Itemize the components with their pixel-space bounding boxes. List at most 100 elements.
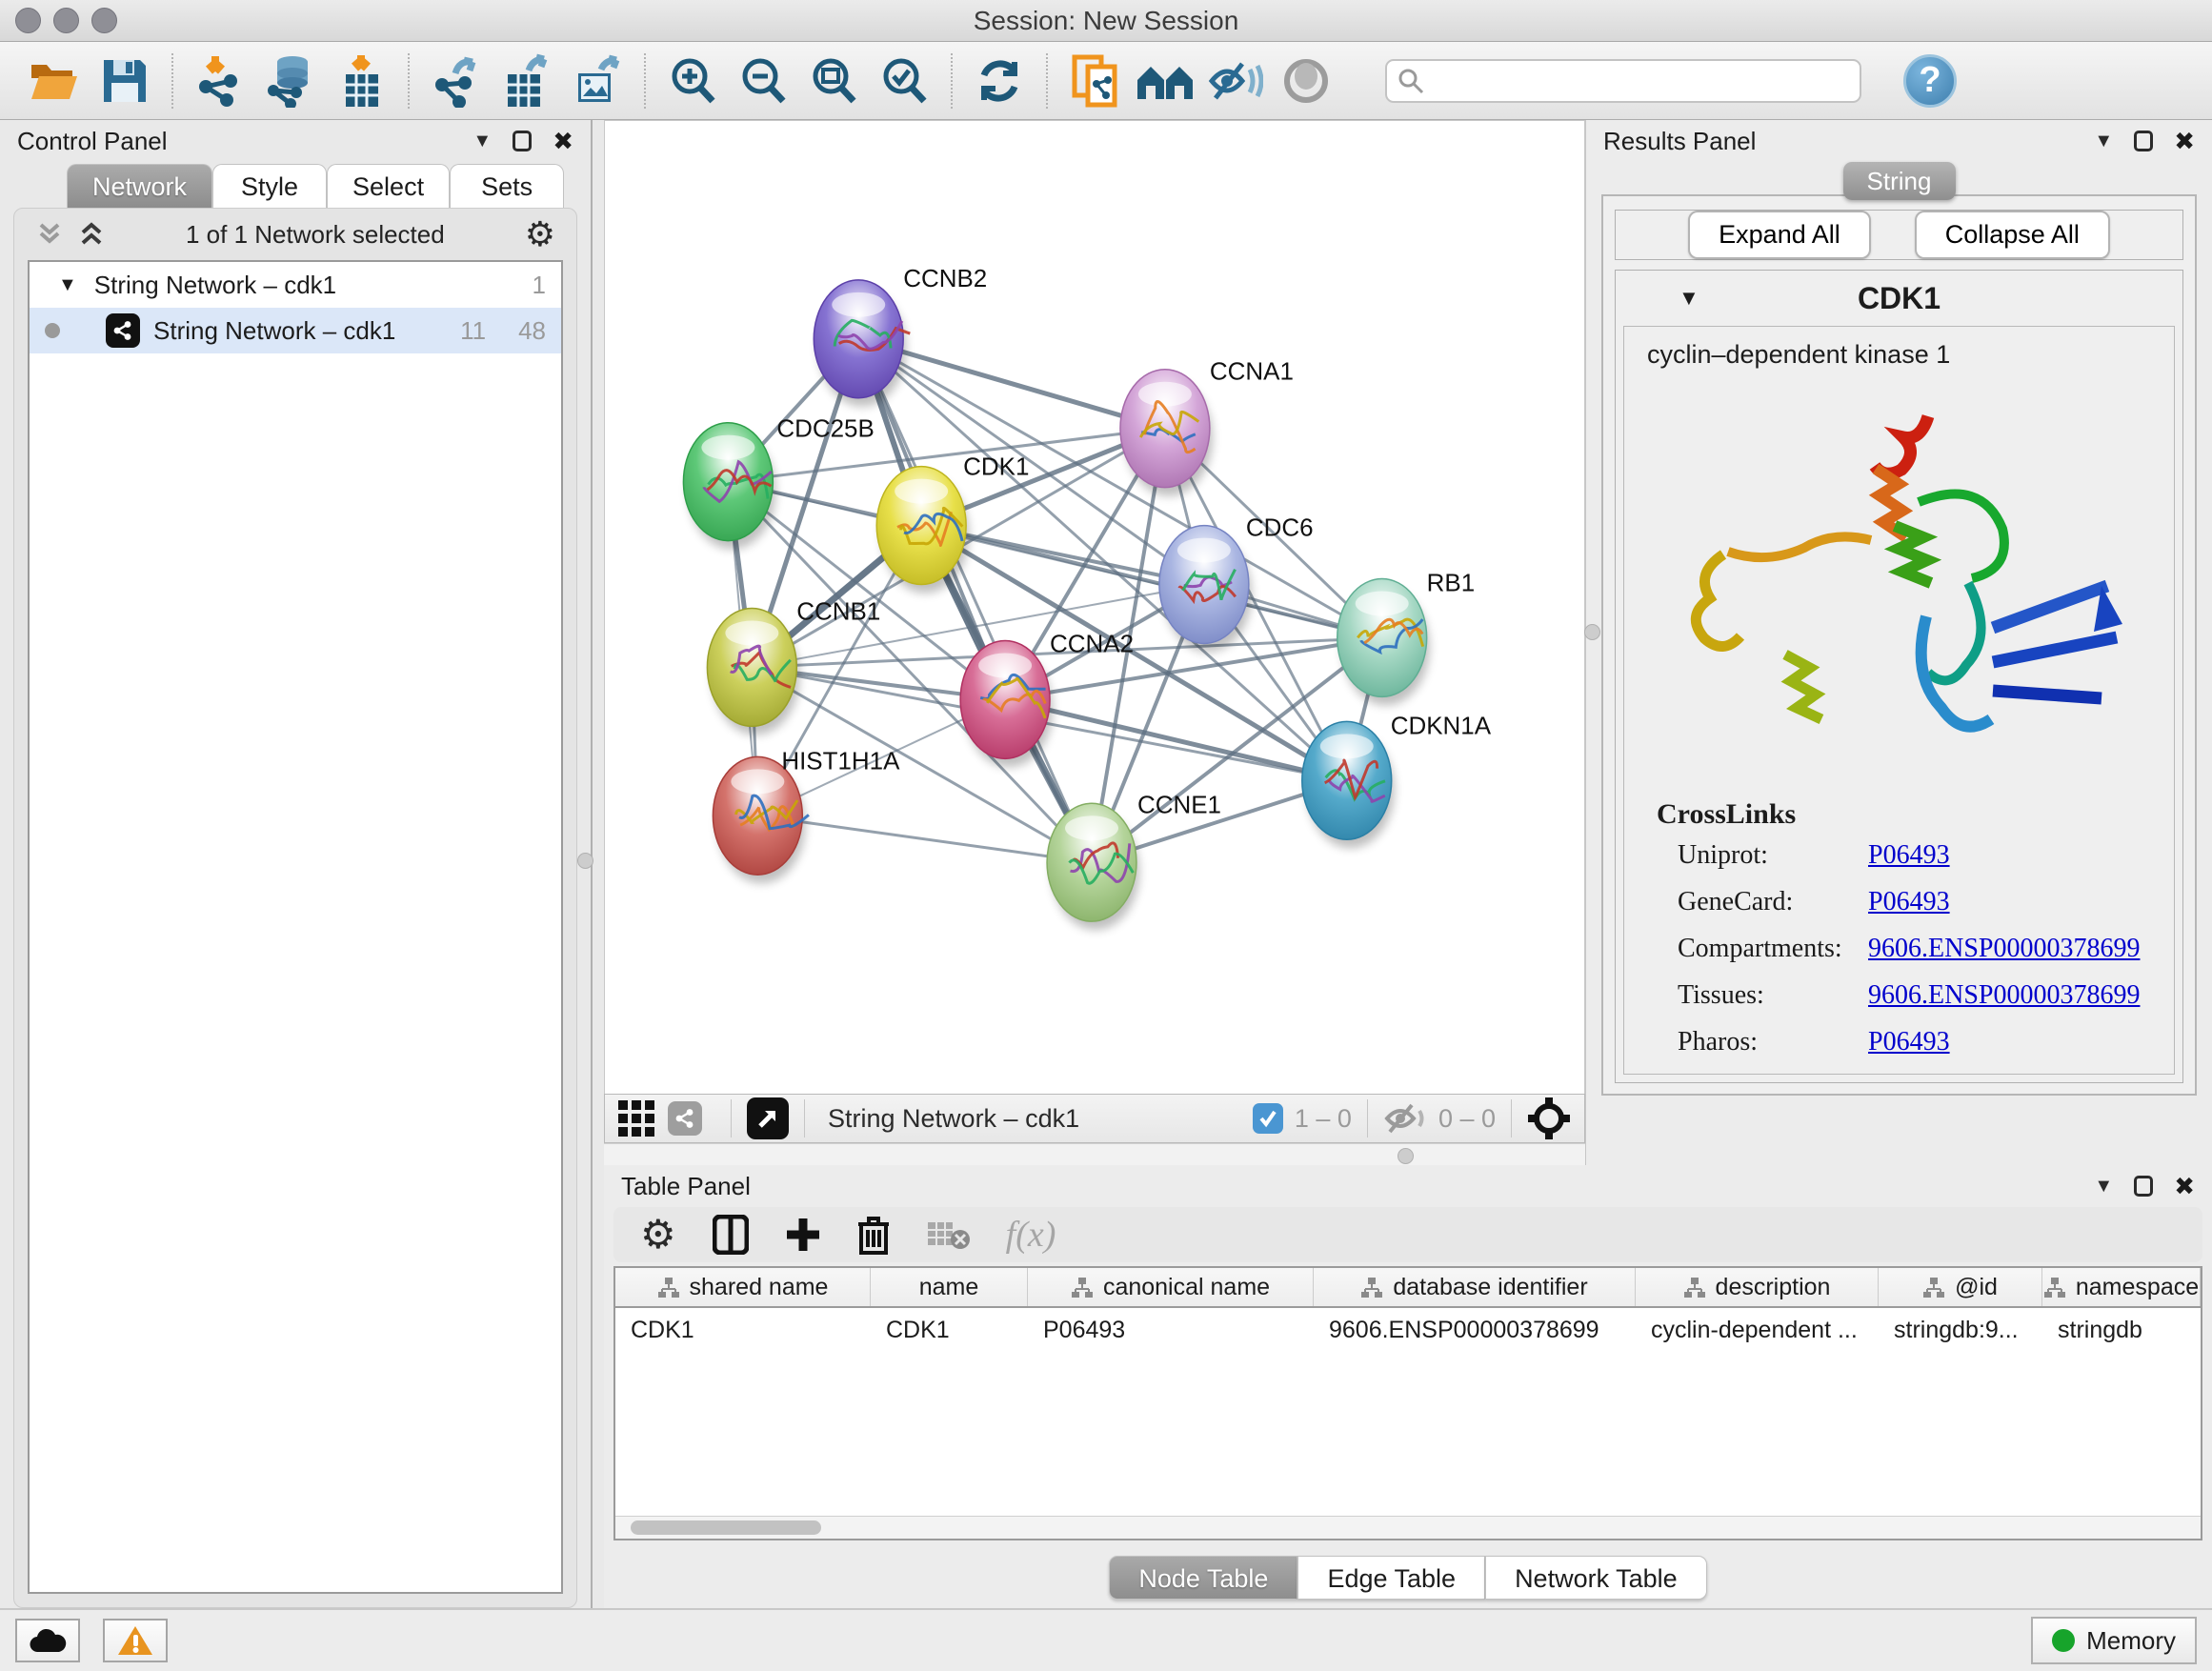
- scrollbar-thumb[interactable]: [631, 1520, 821, 1535]
- crosslink-row: GeneCard: P06493: [1657, 887, 2174, 917]
- open-session-button[interactable]: [25, 51, 84, 111]
- tab-node-table[interactable]: Node Table: [1109, 1556, 1297, 1600]
- compartments-link[interactable]: 9606.ENSP00000378699: [1868, 934, 2140, 964]
- import-network-icon: [194, 54, 246, 108]
- panel-float-icon[interactable]: ▼: [2094, 1176, 2113, 1198]
- gene-caret-icon[interactable]: ▼: [1679, 286, 1699, 311]
- tab-style[interactable]: Style: [212, 164, 327, 208]
- toolbar-separator: [644, 53, 646, 109]
- tab-sets[interactable]: Sets: [450, 164, 564, 208]
- duplicate-network-button[interactable]: [1065, 51, 1124, 111]
- tab-select[interactable]: Select: [327, 164, 450, 208]
- network-collection-row[interactable]: ▼ String Network – cdk1 1: [30, 262, 561, 308]
- home-networks-button[interactable]: [1136, 51, 1195, 111]
- minimize-window-button[interactable]: [53, 8, 79, 33]
- hidden-node-edge-count: 0 – 0: [1438, 1104, 1496, 1134]
- column-header[interactable]: @id: [1879, 1268, 2042, 1306]
- panel-close-icon[interactable]: ✖: [2174, 127, 2195, 156]
- panel-float-icon[interactable]: ▼: [473, 131, 492, 152]
- genecard-link[interactable]: P06493: [1868, 887, 1950, 917]
- search-input[interactable]: [1425, 62, 1860, 100]
- column-header[interactable]: canonical name: [1028, 1268, 1314, 1306]
- network-tab-content: 1 of 1 Network selected ⚙ ▼ String Netwo…: [13, 208, 577, 1608]
- expand-all-icon[interactable]: [77, 220, 106, 249]
- panel-close-icon[interactable]: ✖: [2174, 1172, 2195, 1201]
- zoom-fit-button[interactable]: [804, 51, 863, 111]
- import-table-button[interactable]: [332, 51, 391, 111]
- table-options-gear-icon[interactable]: ⚙: [640, 1215, 676, 1255]
- network-row[interactable]: String Network – cdk1 11 48: [30, 308, 561, 353]
- uniprot-link[interactable]: P06493: [1868, 840, 1950, 871]
- gene-details: cyclin–dependent kinase 1: [1623, 326, 2175, 1075]
- show-hide-button[interactable]: [1206, 51, 1265, 111]
- close-window-button[interactable]: [15, 8, 41, 33]
- birdseye-view-icon[interactable]: [747, 1097, 789, 1139]
- panel-float-icon[interactable]: ▼: [2094, 131, 2113, 152]
- collection-caret-icon[interactable]: ▼: [58, 274, 77, 296]
- image-export-icon: [573, 54, 622, 108]
- separator: [804, 1099, 805, 1137]
- table-horizontal-scrollbar[interactable]: [615, 1516, 2201, 1539]
- svg-text:CDK1: CDK1: [963, 453, 1029, 481]
- main-area: Control Panel ▼ ✖ Network Style Select S…: [0, 120, 2212, 1608]
- import-network-file-button[interactable]: [191, 51, 250, 111]
- selected-checkbox[interactable]: [1253, 1103, 1283, 1134]
- export-table-button[interactable]: [497, 51, 556, 111]
- export-image-button[interactable]: [568, 51, 627, 111]
- pharos-link[interactable]: P06493: [1868, 1027, 1950, 1057]
- bottom-splitter-handle[interactable]: [1398, 1148, 1414, 1164]
- zoom-in-button[interactable]: [663, 51, 722, 111]
- network-options-gear-icon[interactable]: ⚙: [525, 217, 555, 252]
- separator: [731, 1099, 732, 1137]
- copy-pages-icon: [1071, 53, 1118, 109]
- refresh-button[interactable]: [970, 51, 1029, 111]
- network-graph[interactable]: CCNB2CCNA1CDC25BCDK1CDC6RB1CCNB1CCNA2CDK…: [605, 121, 1584, 1094]
- panel-maximize-icon[interactable]: [513, 131, 532, 151]
- zoom-out-icon: [737, 55, 789, 107]
- network-canvas[interactable]: CCNB2CCNA1CDC25BCDK1CDC6RB1CCNB1CCNA2CDK…: [604, 120, 1585, 1094]
- gene-section-header[interactable]: ▼ CDK1: [1616, 271, 2182, 326]
- network-share-view-icon[interactable]: [668, 1101, 702, 1136]
- collapse-all-icon[interactable]: [35, 220, 64, 249]
- column-header[interactable]: description: [1636, 1268, 1879, 1306]
- export-network-button[interactable]: [427, 51, 486, 111]
- add-column-icon[interactable]: [785, 1217, 821, 1253]
- column-header[interactable]: namespace: [2042, 1268, 2201, 1306]
- tab-network-table[interactable]: Network Table: [1485, 1556, 1707, 1600]
- table-row[interactable]: CDK1 CDK1 P06493 9606.ENSP00000378699 cy…: [615, 1308, 2201, 1352]
- panel-close-icon[interactable]: ✖: [553, 127, 573, 156]
- tab-string[interactable]: String: [1843, 162, 1956, 200]
- tab-network[interactable]: Network: [67, 164, 212, 208]
- separator: [1511, 1099, 1512, 1137]
- save-session-button[interactable]: [95, 51, 154, 111]
- show-columns-icon[interactable]: [713, 1215, 749, 1255]
- collection-count: 1: [533, 271, 546, 300]
- delete-column-icon[interactable]: [857, 1215, 890, 1255]
- panel-maximize-icon[interactable]: [2134, 131, 2153, 151]
- tissues-link[interactable]: 9606.ENSP00000378699: [1868, 980, 2140, 1011]
- cloud-status-button[interactable]: [15, 1619, 80, 1662]
- expand-all-button[interactable]: Expand All: [1688, 211, 1871, 259]
- memory-button[interactable]: Memory: [2031, 1617, 2197, 1664]
- horizontal-splitter[interactable]: [604, 1143, 1585, 1165]
- svg-text:RB1: RB1: [1427, 569, 1476, 597]
- tab-edge-table[interactable]: Edge Table: [1297, 1556, 1485, 1600]
- network-grid-view-icon[interactable]: [618, 1100, 654, 1137]
- warning-status-button[interactable]: [103, 1619, 168, 1662]
- svg-text:CCNA2: CCNA2: [1050, 629, 1134, 657]
- fit-content-crosshair-icon[interactable]: [1527, 1097, 1571, 1140]
- help-button[interactable]: ?: [1903, 54, 1957, 108]
- panel-maximize-icon[interactable]: [2134, 1176, 2153, 1197]
- column-header[interactable]: name: [871, 1268, 1028, 1306]
- import-network-database-button[interactable]: [261, 51, 320, 111]
- left-splitter-handle[interactable]: [577, 853, 593, 869]
- zoom-selected-button[interactable]: [875, 51, 934, 111]
- crosslink-row: Tissues: 9606.ENSP00000378699: [1657, 980, 2174, 1011]
- status-orb-button[interactable]: [1277, 51, 1336, 111]
- zoom-out-button[interactable]: [734, 51, 793, 111]
- collapse-all-button[interactable]: Collapse All: [1915, 211, 2110, 259]
- column-header[interactable]: shared name: [615, 1268, 871, 1306]
- right-splitter-handle[interactable]: [1584, 624, 1600, 640]
- column-header[interactable]: database identifier: [1314, 1268, 1636, 1306]
- maximize-window-button[interactable]: [91, 8, 117, 33]
